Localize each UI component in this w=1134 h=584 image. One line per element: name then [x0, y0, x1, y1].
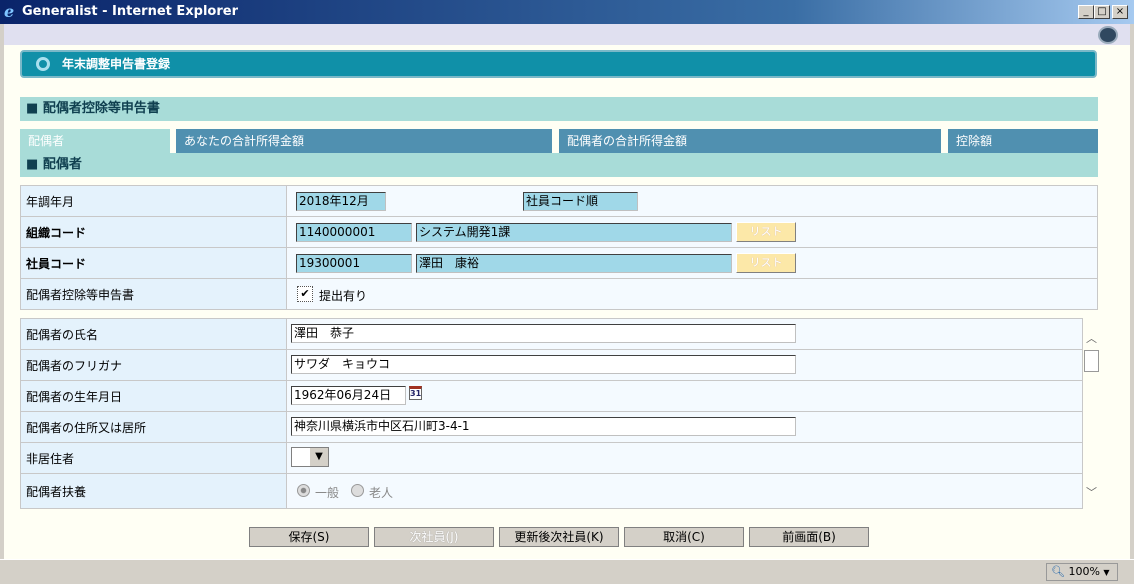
header-circle-icon	[36, 57, 50, 71]
org-list-button[interactable]: リスト	[736, 222, 796, 242]
emp-code-label: 社員コード	[20, 247, 287, 279]
org-code-label: 組織コード	[20, 216, 287, 248]
subsection-header: ■ 配偶者	[20, 153, 1098, 177]
spouse-kana-label: 配偶者のフリガナ	[20, 349, 287, 381]
toolbar	[4, 24, 1130, 45]
scroll-thumb[interactable]	[1084, 350, 1099, 372]
emp-code-field[interactable]: 19300001	[296, 254, 412, 273]
calendar-icon[interactable]: 31	[409, 386, 422, 400]
radio-elderly[interactable]	[351, 484, 364, 497]
scroll-up-icon[interactable]: ︿	[1083, 330, 1100, 346]
spouse-kana-field[interactable]: サワダ キョウコ	[291, 355, 796, 374]
spouse-form-table: 配偶者の氏名 澤田 恭子 配偶者のフリガナ サワダ キョウコ 配偶者の生年月日 196…	[20, 318, 1083, 509]
year-field[interactable]: 2018年12月	[296, 192, 386, 211]
section-title: 配偶者控除等申告書	[42, 101, 160, 116]
page-title: 年末調整申告書登録	[62, 57, 171, 71]
refresh-icon[interactable]	[1098, 26, 1118, 44]
emp-list-button[interactable]: リスト	[736, 253, 796, 273]
spouse-name-label: 配偶者の氏名	[20, 318, 287, 350]
update-next-button[interactable]: 更新後次社員(K)	[499, 527, 619, 547]
scrollbar[interactable]: ︿ ﹀	[1083, 330, 1100, 500]
spouse-birth-field[interactable]: 1962年06月24日	[291, 386, 406, 405]
nonresident-label: 非居住者	[20, 442, 287, 474]
scroll-down-icon[interactable]: ﹀	[1083, 484, 1100, 500]
declaration-check-label: 提出有り	[319, 289, 368, 303]
zoom-dropdown-icon[interactable]: ▼	[1103, 568, 1109, 577]
zoom-control[interactable]: 🔍︎ 100% ▼	[1046, 563, 1118, 581]
page-header: 年末調整申告書登録	[20, 50, 1097, 78]
close-button[interactable]: ×	[1112, 5, 1128, 19]
spouse-address-label: 配偶者の住所又は居所	[20, 411, 287, 443]
tab-deduction[interactable]: 控除額	[948, 129, 1098, 153]
radio-general-label: 一般	[315, 486, 340, 500]
window-title: Generalist - Internet Explorer	[22, 4, 238, 19]
declaration-checkbox[interactable]: ✔	[297, 286, 313, 302]
year-label: 年調年月	[20, 185, 287, 217]
section-header: ■ 配偶者控除等申告書	[20, 97, 1098, 121]
zoom-icon: 🔍︎	[1051, 565, 1065, 578]
spouse-birth-label: 配偶者の生年月日	[20, 380, 287, 412]
save-button[interactable]: 保存(S)	[249, 527, 369, 547]
status-bar: 🔍︎ 100% ▼	[0, 559, 1134, 584]
nonresident-select[interactable]: ▼	[291, 447, 329, 467]
top-form-table: 年調年月 2018年12月 社員コード順 組織コード 1140000001 システム…	[20, 185, 1098, 310]
org-name-field[interactable]: システム開発1課	[416, 223, 732, 242]
cancel-button[interactable]: 取消(C)	[624, 527, 744, 547]
org-code-field[interactable]: 1140000001	[296, 223, 412, 242]
tab-spouse[interactable]: 配偶者	[20, 129, 170, 153]
spouse-address-field[interactable]: 神奈川県横浜市中区石川町3-4-1	[291, 417, 796, 436]
order-field[interactable]: 社員コード順	[523, 192, 638, 211]
next-employee-button[interactable]: 次社員(J)	[374, 527, 494, 547]
emp-name-field[interactable]: 澤田 康裕	[416, 254, 732, 273]
ie-logo-icon: e	[4, 2, 15, 21]
declaration-label: 配偶者控除等申告書	[20, 278, 287, 310]
radio-elderly-label: 老人	[369, 486, 394, 500]
radio-general[interactable]	[297, 484, 310, 497]
spouse-name-field[interactable]: 澤田 恭子	[291, 324, 796, 343]
title-bar: Generalist - Internet Explorer	[0, 0, 1134, 24]
chevron-down-icon: ▼	[310, 448, 328, 466]
minimize-button[interactable]: _	[1078, 5, 1094, 19]
subsection-title: 配偶者	[42, 157, 82, 172]
dependent-label: 配偶者扶養	[20, 473, 287, 509]
tab-your-income[interactable]: あなたの合計所得金額	[176, 129, 552, 153]
maximize-button[interactable]: □	[1094, 5, 1110, 19]
tab-spouse-income[interactable]: 配偶者の合計所得金額	[559, 129, 941, 153]
zoom-level: 100%	[1068, 565, 1100, 578]
back-button[interactable]: 前画面(B)	[749, 527, 869, 547]
